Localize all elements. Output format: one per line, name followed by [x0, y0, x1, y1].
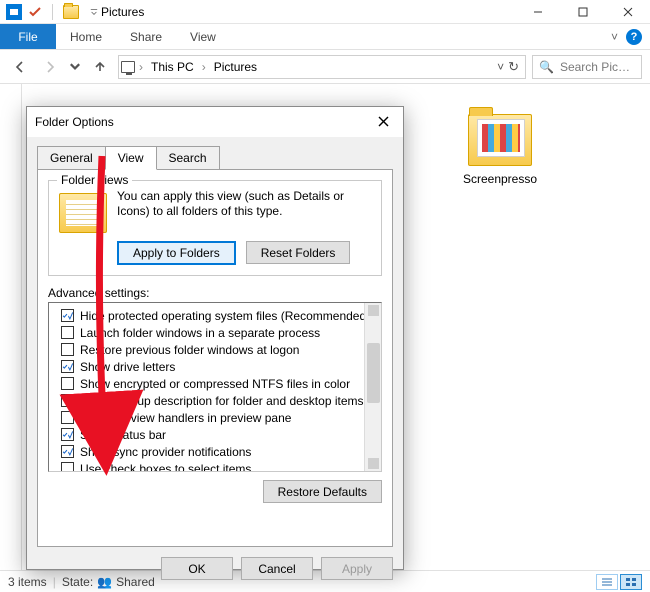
reset-folders-button[interactable]: Reset Folders — [246, 241, 351, 264]
cancel-button[interactable]: Cancel — [241, 557, 313, 580]
advanced-setting-label: Show encrypted or compressed NTFS files … — [80, 377, 350, 391]
folder-thumbnail-icon — [468, 114, 532, 166]
folder-item-screenpresso[interactable]: Screenpresso — [450, 114, 550, 186]
details-view-button[interactable] — [596, 574, 618, 590]
advanced-setting-item[interactable]: Restore previous folder windows at logon — [51, 341, 379, 358]
separator — [52, 4, 53, 20]
navigation-pane[interactable] — [0, 84, 22, 570]
close-button[interactable] — [605, 0, 650, 24]
file-tab[interactable]: File — [0, 24, 56, 49]
title-bar: Pictures — [0, 0, 650, 24]
search-placeholder: Search Pic… — [560, 60, 630, 74]
search-icon: 🔍 — [539, 60, 554, 74]
checkbox[interactable] — [61, 394, 74, 407]
checkbox[interactable] — [61, 377, 74, 390]
properties-icon[interactable] — [26, 3, 44, 21]
folder-views-icon — [59, 193, 107, 233]
dialog-title-bar[interactable]: Folder Options — [27, 107, 403, 137]
folder-views-group: Folder views You can apply this view (su… — [48, 180, 382, 276]
chevron-right-icon[interactable]: › — [139, 60, 143, 74]
dialog-close-button[interactable] — [371, 110, 395, 134]
advanced-setting-item[interactable]: Show preview handlers in preview pane — [51, 409, 379, 426]
recent-locations-button[interactable] — [68, 55, 82, 79]
window-controls — [515, 0, 650, 24]
advanced-setting-label: Launch folder windows in a separate proc… — [80, 326, 320, 340]
advanced-setting-item[interactable]: Show sync provider notifications — [51, 443, 379, 460]
refresh-icon[interactable]: ↻ — [508, 59, 519, 75]
scrollbar-thumb[interactable] — [367, 343, 380, 403]
advanced-setting-item[interactable]: Show encrypted or compressed NTFS files … — [51, 375, 379, 392]
advanced-setting-item[interactable]: Use check boxes to select items — [51, 460, 379, 472]
advanced-setting-label: Hide protected operating system files (R… — [80, 309, 370, 323]
apply-button[interactable]: Apply — [321, 557, 393, 580]
address-bar[interactable]: › This PC › Pictures ˅ ↻ — [118, 55, 526, 79]
folder-views-legend: Folder views — [57, 173, 132, 187]
ribbon-tab-share[interactable]: Share — [116, 24, 176, 49]
checkbox[interactable] — [61, 411, 74, 424]
ribbon-tab-view[interactable]: View — [176, 24, 230, 49]
ribbon-collapse-icon[interactable]: ˅ — [611, 30, 618, 44]
advanced-setting-label: Use check boxes to select items — [80, 462, 251, 473]
advanced-setting-label: Show pop-up description for folder and d… — [80, 394, 364, 408]
checkbox[interactable] — [61, 326, 74, 339]
maximize-button[interactable] — [560, 0, 605, 24]
ribbon-tab-home[interactable]: Home — [56, 24, 116, 49]
ribbon: File Home Share View ˅ ? — [0, 24, 650, 50]
checkbox[interactable] — [61, 428, 74, 441]
qat-dropdown-icon[interactable] — [89, 3, 99, 21]
explorer-app-icon — [6, 4, 22, 20]
up-button[interactable] — [88, 55, 112, 79]
breadcrumb-this-pc[interactable]: This PC — [147, 60, 198, 74]
tab-general[interactable]: General — [37, 146, 106, 170]
checkbox[interactable] — [61, 462, 74, 472]
large-icons-view-button[interactable] — [620, 574, 642, 590]
advanced-settings-list[interactable]: Hide protected operating system files (R… — [48, 302, 382, 472]
folder-item-label: Screenpresso — [450, 172, 550, 186]
help-icon[interactable]: ? — [626, 29, 642, 45]
folder-views-description: You can apply this view (such as Details… — [117, 189, 371, 233]
this-pc-icon — [121, 61, 135, 73]
advanced-setting-label: Show sync provider notifications — [80, 445, 251, 459]
advanced-setting-label: Restore previous folder windows at logon — [80, 343, 299, 357]
advanced-setting-label: Show preview handlers in preview pane — [80, 411, 291, 425]
advanced-setting-item[interactable]: Show drive letters — [51, 358, 379, 375]
advanced-setting-item[interactable]: Launch folder windows in a separate proc… — [51, 324, 379, 341]
checkbox[interactable] — [61, 309, 74, 322]
advanced-settings-label: Advanced settings: — [48, 286, 382, 300]
forward-button[interactable] — [38, 55, 62, 79]
address-dropdown-icon[interactable]: ˅ — [497, 60, 504, 74]
chevron-right-icon[interactable]: › — [202, 60, 206, 74]
tab-view[interactable]: View — [105, 146, 157, 170]
checkbox[interactable] — [61, 360, 74, 373]
quick-access-toolbar — [6, 3, 99, 21]
back-button[interactable] — [8, 55, 32, 79]
apply-to-folders-button[interactable]: Apply to Folders — [117, 241, 236, 265]
minimize-button[interactable] — [515, 0, 560, 24]
advanced-setting-item[interactable]: Hide protected operating system files (R… — [51, 307, 379, 324]
checkbox[interactable] — [61, 445, 74, 458]
window-title: Pictures — [101, 5, 144, 19]
breadcrumb-pictures[interactable]: Pictures — [210, 60, 261, 74]
advanced-setting-item[interactable]: Show pop-up description for folder and d… — [51, 392, 379, 409]
scrollbar[interactable] — [364, 303, 381, 471]
restore-defaults-button[interactable]: Restore Defaults — [263, 480, 382, 503]
advanced-setting-label: Show drive letters — [80, 360, 175, 374]
checkbox[interactable] — [61, 343, 74, 356]
ok-button[interactable]: OK — [161, 557, 233, 580]
advanced-setting-item[interactable]: Show status bar — [51, 426, 379, 443]
tab-page-view: Folder views You can apply this view (su… — [37, 169, 393, 547]
dialog-tabs: General View Search — [37, 146, 393, 170]
folder-options-dialog: Folder Options General View Search Folde… — [26, 106, 404, 570]
folder-icon — [63, 5, 79, 19]
navigation-bar: › This PC › Pictures ˅ ↻ 🔍 Search Pic… — [0, 50, 650, 84]
advanced-setting-label: Show status bar — [80, 428, 166, 442]
dialog-title: Folder Options — [35, 115, 114, 129]
search-box[interactable]: 🔍 Search Pic… — [532, 55, 642, 79]
tab-search[interactable]: Search — [156, 146, 220, 170]
